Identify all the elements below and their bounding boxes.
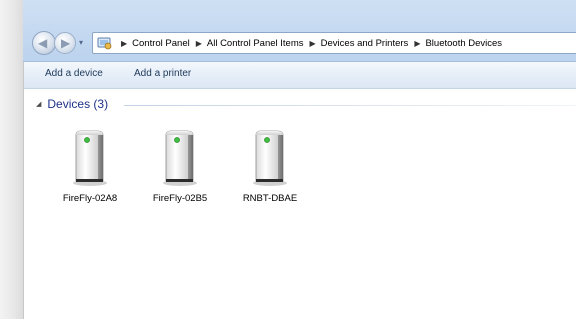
group-title: Devices (3) [47,97,109,111]
add-printer-button[interactable]: Add a printer [134,68,191,79]
generic-device-icon [73,130,107,186]
breadcrumb-separator-icon[interactable]: ▶ [414,39,420,48]
back-button[interactable]: ◀ [32,31,56,55]
breadcrumb-bluetooth-devices[interactable]: Bluetooth Devices [425,38,502,49]
address-bar[interactable]: ▶ Control Panel ▶ All Control Panel Item… [92,32,576,54]
recent-pages-chevron-down-icon[interactable]: ▾ [79,38,83,47]
breadcrumb-devices-and-printers[interactable]: Devices and Printers [321,38,409,49]
group-divider [124,105,576,106]
breadcrumb: ▶ Control Panel ▶ All Control Panel Item… [115,33,502,53]
forward-button[interactable]: ▶ [54,32,76,54]
generic-device-icon [253,130,287,186]
control-panel-icon [97,37,112,50]
back-arrow-icon: ◀ [38,36,48,50]
device-name: RNBT-DBAE [242,193,298,204]
device-name: FireFly-02A8 [62,193,118,204]
breadcrumb-all-control-panel-items[interactable]: All Control Panel Items [207,38,304,49]
breadcrumb-separator-icon[interactable]: ▶ [196,39,202,48]
generic-device-icon [163,130,197,186]
device-item[interactable]: FireFly-02A8 [50,129,130,204]
device-item[interactable]: FireFly-02B5 [140,129,220,204]
device-name: FireFly-02B5 [152,193,208,204]
breadcrumb-control-panel[interactable]: Control Panel [132,38,190,49]
breadcrumb-separator-icon[interactable]: ▶ [121,39,127,48]
command-bar: Add a device Add a printer [24,62,576,89]
devices-group-header[interactable]: ◢ Devices (3) [36,97,108,111]
collapse-triangle-icon[interactable]: ◢ [36,100,41,108]
breadcrumb-separator-icon[interactable]: ▶ [310,39,316,48]
add-device-button[interactable]: Add a device [45,68,103,79]
window-left-edge [0,0,24,319]
forward-arrow-icon: ▶ [61,36,71,50]
devices-view: ◢ Devices (3) FireFly-02A8 FireFly-02B5 … [24,89,576,319]
device-item[interactable]: RNBT-DBAE [230,129,310,204]
